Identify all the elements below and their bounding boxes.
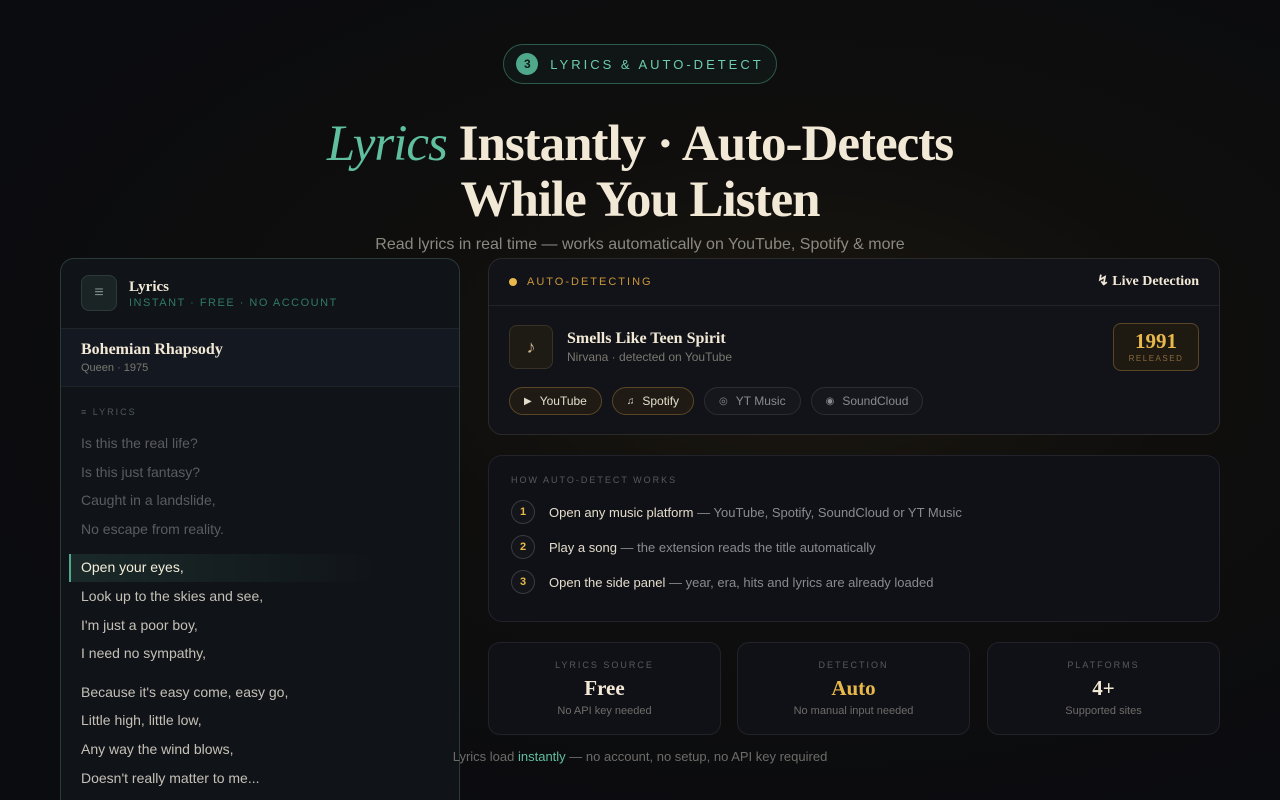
detected-song-meta: Nirvana · detected on YouTube [567,350,733,364]
platform-soundcloud[interactable]: ◉ SoundCloud [810,387,924,415]
disc-icon: ◎ [719,395,728,407]
stat-lyrics-source: LYRICS SOURCE Free No API key needed [488,642,721,735]
lyric-line-current: Open your eyes, [81,559,184,575]
status-dot-icon [509,278,517,286]
song-title: Bohemian Rhapsody [81,341,223,358]
menu-icon[interactable]: ≡ [81,275,117,311]
lyric-line: I'm just a poor boy, [81,617,198,633]
step-badge: 1 [511,500,535,524]
detect-status-bar: AUTO-DETECTING ↯ Live Detection [489,259,1219,306]
stat-sub: No manual input needed [793,705,914,717]
release-year: 1991 [1135,329,1177,353]
platform-list: ▶ YouTube ♫ Spotify ◎ YT Music ◉ SoundCl… [509,387,924,415]
lyrics-panel-title: Lyrics [129,279,169,295]
step-text: Open any music platform — YouTube, Spoti… [549,504,962,520]
play-icon: ▶ [524,395,532,407]
footer-pre: Lyrics load [452,749,518,764]
how-step: 2 Play a song — the extension reads the … [511,535,876,559]
how-step: 1 Open any music platform — YouTube, Spo… [511,500,962,524]
platform-youtube[interactable]: ▶ YouTube [509,387,602,415]
lyrics-section-label: ≡ LYRICS [81,407,137,417]
platform-label: Spotify [642,394,680,408]
footer-note: Lyrics load instantly — no account, no s… [0,749,1280,764]
hero-title: Lyrics Instantly · Auto-Detects While Yo… [0,116,1280,228]
hero-accent: Lyrics [326,116,448,172]
current-song: Bohemian Rhapsody Queen · 1975 [61,329,459,387]
hero-line2: While You Listen [460,172,820,228]
lyric-line: Is this just fantasy? [81,464,201,480]
lyrics-panel-header: ≡ Lyrics INSTANT · FREE · NO ACCOUNT [61,259,459,329]
stat-value: Auto [831,676,876,700]
lyrics-panel-tagline: INSTANT · FREE · NO ACCOUNT [129,297,338,309]
stat-detection: DETECTION Auto No manual input needed [737,642,970,735]
step-pill: 3 LYRICS & AUTO-DETECT [503,44,777,84]
how-it-works-card: HOW AUTO-DETECT WORKS 1 Open any music p… [488,455,1220,622]
hero-subtitle: Read lyrics in real time — works automat… [375,236,905,253]
lyric-line: Because it's easy come, easy go, [81,684,289,700]
step-badge: 2 [511,535,535,559]
lyric-line: Doesn't really matter to me... [81,770,260,786]
lyric-line: Caught in a landslide, [81,492,216,508]
stat-platforms: PLATFORMS 4+ Supported sites [987,642,1220,735]
step-badge: 3 [511,570,535,594]
platform-yt-music[interactable]: ◎ YT Music [704,387,801,415]
radio-icon: ◉ [825,395,835,407]
step-text: Play a song — the extension reads the ti… [549,539,876,555]
detected-song-title: Smells Like Teen Spirit [567,330,726,347]
platform-label: YT Music [735,394,786,408]
hero-line1: Instantly · Auto-Detects [446,116,954,172]
step-text: Open the side panel — year, era, hits an… [549,574,934,590]
stat-value: Free [584,676,625,700]
how-it-works-label: HOW AUTO-DETECT WORKS [511,475,678,485]
platform-label: SoundCloud [842,394,909,408]
lyric-line: No escape from reality. [81,521,224,537]
stat-sub: Supported sites [1065,705,1142,717]
stat-sub: No API key needed [557,705,652,717]
music-note-icon: ♪ [509,325,553,369]
lyric-line: Is this the real life? [81,435,198,451]
footer-post: — no account, no setup, no API key requi… [565,749,828,764]
lyric-line: Look up to the skies and see, [81,588,264,604]
detect-status: AUTO-DETECTING [527,276,653,288]
step-label: LYRICS & AUTO-DETECT [550,56,764,72]
music-notes-icon: ♫ [626,395,635,407]
stat-label: DETECTION [818,660,889,670]
platform-label: YouTube [539,394,587,408]
footer-highlight: instantly [517,749,566,764]
release-year-badge: 1991 RELEASED [1113,323,1199,371]
stat-label: PLATFORMS [1067,660,1140,670]
auto-detect-card: AUTO-DETECTING ↯ Live Detection ♪ Smells… [488,258,1220,435]
live-detection-label: ↯ Live Detection [1097,274,1199,289]
how-step: 3 Open the side panel — year, era, hits … [511,570,933,594]
release-year-label: RELEASED [1128,354,1184,363]
lyric-line: I need no sympathy, [81,645,207,661]
platform-spotify[interactable]: ♫ Spotify [611,387,695,415]
lyric-line: Little high, little low, [81,712,202,728]
song-meta: Queen · 1975 [81,362,149,374]
stat-value: 4+ [1092,676,1115,700]
stat-label: LYRICS SOURCE [555,660,654,670]
step-number: 3 [516,53,539,75]
lyrics-panel: ≡ Lyrics INSTANT · FREE · NO ACCOUNT Boh… [60,258,460,800]
